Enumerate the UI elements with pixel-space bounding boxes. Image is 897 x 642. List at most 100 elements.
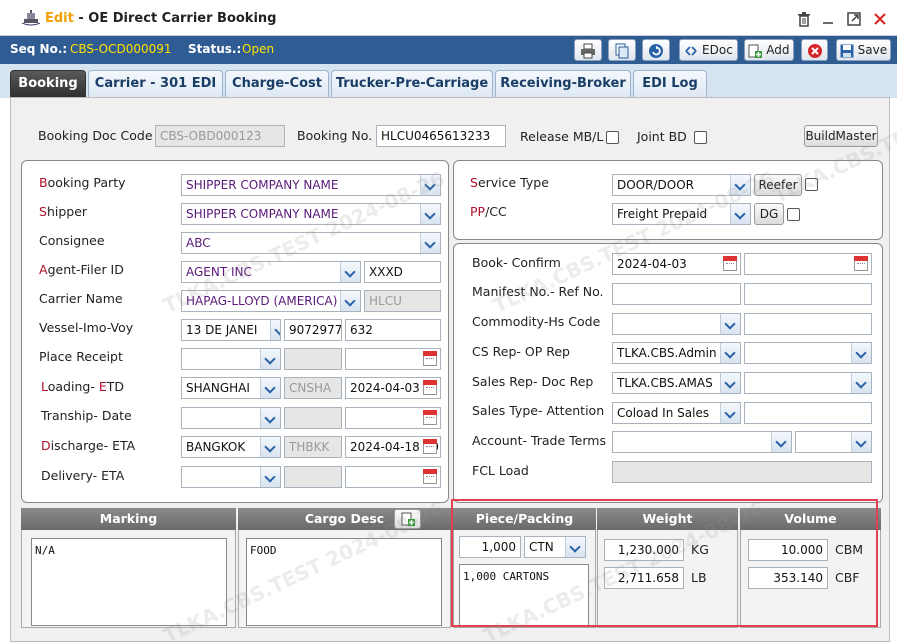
calendar-icon[interactable] [423, 439, 437, 454]
chevron-down-icon[interactable] [260, 467, 280, 487]
attention-field[interactable] [744, 402, 872, 424]
joint-bd-checkbox[interactable] [694, 131, 707, 144]
trash-icon[interactable] [796, 11, 812, 27]
chevron-down-icon[interactable] [270, 320, 280, 340]
chevron-down-icon[interactable] [340, 262, 360, 282]
doc-rep-select[interactable] [744, 372, 872, 394]
booking-no-field[interactable]: HLCU0465613233 [376, 125, 506, 147]
service-type-select[interactable]: DOOR/DOOR [612, 174, 751, 196]
chevron-down-icon[interactable] [260, 378, 280, 398]
piece-desc-textarea[interactable]: 1,000 CARTONS [459, 564, 589, 626]
place-receipt-select[interactable] [181, 348, 281, 370]
eta-date-field[interactable]: 2024-04-18 00:0 [345, 436, 441, 458]
manifest-no-field[interactable] [612, 283, 741, 305]
add-document-icon [401, 512, 415, 526]
tab-receiving-broker[interactable]: Receiving-Broker [495, 70, 631, 98]
release-mbl-checkbox[interactable] [606, 131, 619, 144]
cargo-desc-textarea[interactable]: FOOD [246, 538, 442, 626]
chevron-down-icon[interactable] [720, 343, 740, 363]
cs-rep-select[interactable]: TLKA.CBS.Admin [612, 342, 741, 364]
save-button[interactable]: Save [836, 39, 891, 61]
calendar-icon[interactable] [723, 256, 737, 271]
ref-no-field[interactable] [744, 283, 872, 305]
carrier-select[interactable]: HAPAG-LLOYD (AMERICA) [181, 290, 361, 312]
dg-checkbox[interactable] [787, 208, 800, 221]
chevron-down-icon[interactable] [851, 432, 871, 452]
pieces-field[interactable]: 1,000 [459, 536, 521, 558]
dg-button[interactable]: DG [754, 203, 784, 225]
maximize-icon[interactable] [846, 11, 862, 27]
hs-code-field[interactable] [744, 313, 872, 335]
confirm-date-field[interactable] [744, 253, 872, 275]
loading-port-select[interactable]: SHANGHAI [181, 377, 281, 399]
ppcc-select[interactable]: Freight Prepaid [612, 203, 751, 225]
tab-trucker-pre-carriage[interactable]: Trucker-Pre-Carriage [331, 70, 493, 98]
add-button[interactable]: Add [744, 39, 794, 61]
chevron-down-icon[interactable] [260, 349, 280, 369]
tab-charge-cost[interactable]: Charge-Cost [225, 70, 329, 98]
minimize-icon[interactable] [820, 11, 836, 27]
filer-id-field[interactable]: XXXD [364, 261, 441, 283]
cargo-desc-add-button[interactable] [394, 509, 421, 529]
refresh-button[interactable] [642, 39, 670, 61]
agent-select[interactable]: AGENT INC [181, 261, 361, 283]
imo-field[interactable]: 9072977 [284, 319, 342, 341]
chevron-down-icon[interactable] [771, 432, 791, 452]
chevron-down-icon[interactable] [851, 373, 871, 393]
tab-edi-log[interactable]: EDI Log [633, 70, 707, 98]
sales-rep-select[interactable]: TLKA.CBS.AMAS [612, 372, 741, 394]
weight-lb-field[interactable]: 2,711.658 [604, 567, 684, 589]
chevron-down-icon[interactable] [260, 408, 280, 428]
chevron-down-icon[interactable] [851, 343, 871, 363]
tab-booking[interactable]: Booking [10, 70, 86, 98]
calendar-icon[interactable] [423, 351, 437, 366]
commodity-select[interactable] [612, 313, 741, 335]
discharge-port-select[interactable]: BANGKOK [181, 436, 281, 458]
voyage-field[interactable]: 632 [345, 319, 441, 341]
book-date-field[interactable]: 2024-04-03 [612, 253, 741, 275]
volume-cbm-field[interactable]: 10.000 [748, 539, 828, 561]
buildmaster-button[interactable]: BuildMaster [804, 125, 878, 147]
place-receipt-date[interactable] [345, 348, 441, 370]
calendar-icon[interactable] [423, 469, 437, 484]
close-icon[interactable] [872, 11, 888, 27]
etd-date-field[interactable]: 2024-04-03 [345, 377, 441, 399]
reefer-checkbox[interactable] [805, 178, 818, 191]
delivery-place-select[interactable] [181, 466, 281, 488]
chevron-down-icon[interactable] [420, 233, 440, 253]
chevron-down-icon[interactable] [565, 537, 585, 557]
consignee-select[interactable]: ABC [181, 232, 441, 254]
print-button[interactable] [574, 39, 602, 61]
calendar-icon[interactable] [423, 410, 437, 425]
shipper-select[interactable]: SHIPPER COMPANY NAME [181, 203, 441, 225]
chevron-down-icon[interactable] [720, 403, 740, 423]
trade-terms-select[interactable] [795, 431, 872, 453]
chevron-down-icon[interactable] [340, 291, 360, 311]
tranship-date-field[interactable] [345, 407, 441, 429]
marking-textarea[interactable]: N/A [31, 538, 227, 626]
chevron-down-icon[interactable] [420, 204, 440, 224]
copy-button[interactable] [608, 39, 636, 61]
volume-cbf-field[interactable]: 353.140 [748, 567, 828, 589]
packing-unit-select[interactable]: CTN [524, 536, 586, 558]
op-rep-select[interactable] [744, 342, 872, 364]
vessel-select[interactable]: 13 DE JANEI [181, 319, 281, 341]
weight-kg-field[interactable]: 1,230.000 [604, 539, 684, 561]
sales-type-select[interactable]: Coload In Sales [612, 402, 741, 424]
chevron-down-icon[interactable] [720, 314, 740, 334]
delete-button[interactable] [801, 39, 828, 61]
edoc-button[interactable]: EDoc [679, 39, 738, 61]
account-select[interactable] [612, 431, 792, 453]
tab-carrier-301-edi[interactable]: Carrier - 301 EDI [88, 70, 223, 98]
chevron-down-icon[interactable] [730, 204, 750, 224]
chevron-down-icon[interactable] [420, 175, 440, 195]
delivery-eta-field[interactable] [345, 466, 441, 488]
calendar-icon[interactable] [423, 380, 437, 395]
chevron-down-icon[interactable] [730, 175, 750, 195]
booking-party-select[interactable]: SHIPPER COMPANY NAME [181, 174, 441, 196]
calendar-icon[interactable] [854, 256, 868, 271]
chevron-down-icon[interactable] [260, 437, 280, 457]
reefer-button[interactable]: Reefer [754, 174, 802, 196]
tranship-port-select[interactable] [181, 407, 281, 429]
chevron-down-icon[interactable] [720, 373, 740, 393]
